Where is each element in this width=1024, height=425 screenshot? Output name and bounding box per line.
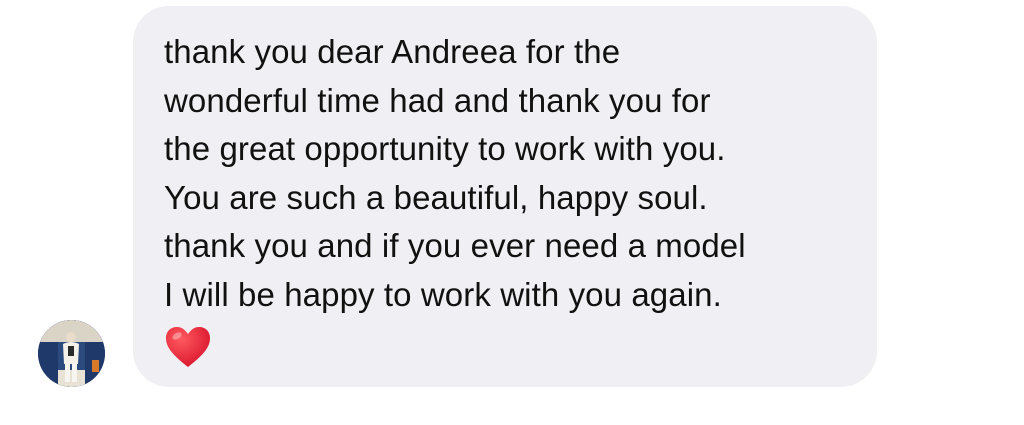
message-line: You are such a beautiful, happy soul. [164, 178, 708, 216]
message-text: thank you dear Andreea for the wonderful… [164, 28, 847, 319]
message-bubble[interactable]: thank you dear Andreea for the wonderful… [133, 6, 877, 387]
message-line: thank you dear Andreea for the [164, 33, 621, 70]
chat-view: thank you dear Andreea for the wonderful… [0, 0, 1024, 425]
sender-avatar[interactable] [38, 320, 105, 387]
message-line: thank you and if you ever need a model [164, 227, 746, 264]
red-heart-emoji-icon [164, 325, 214, 371]
message-line: the great opportunity to work with you. [164, 130, 726, 167]
message-line: wonderful time had and thank you for [164, 81, 711, 119]
message-line: I will be happy to work with you again. [164, 275, 722, 313]
profile-photo-icon [38, 320, 105, 387]
